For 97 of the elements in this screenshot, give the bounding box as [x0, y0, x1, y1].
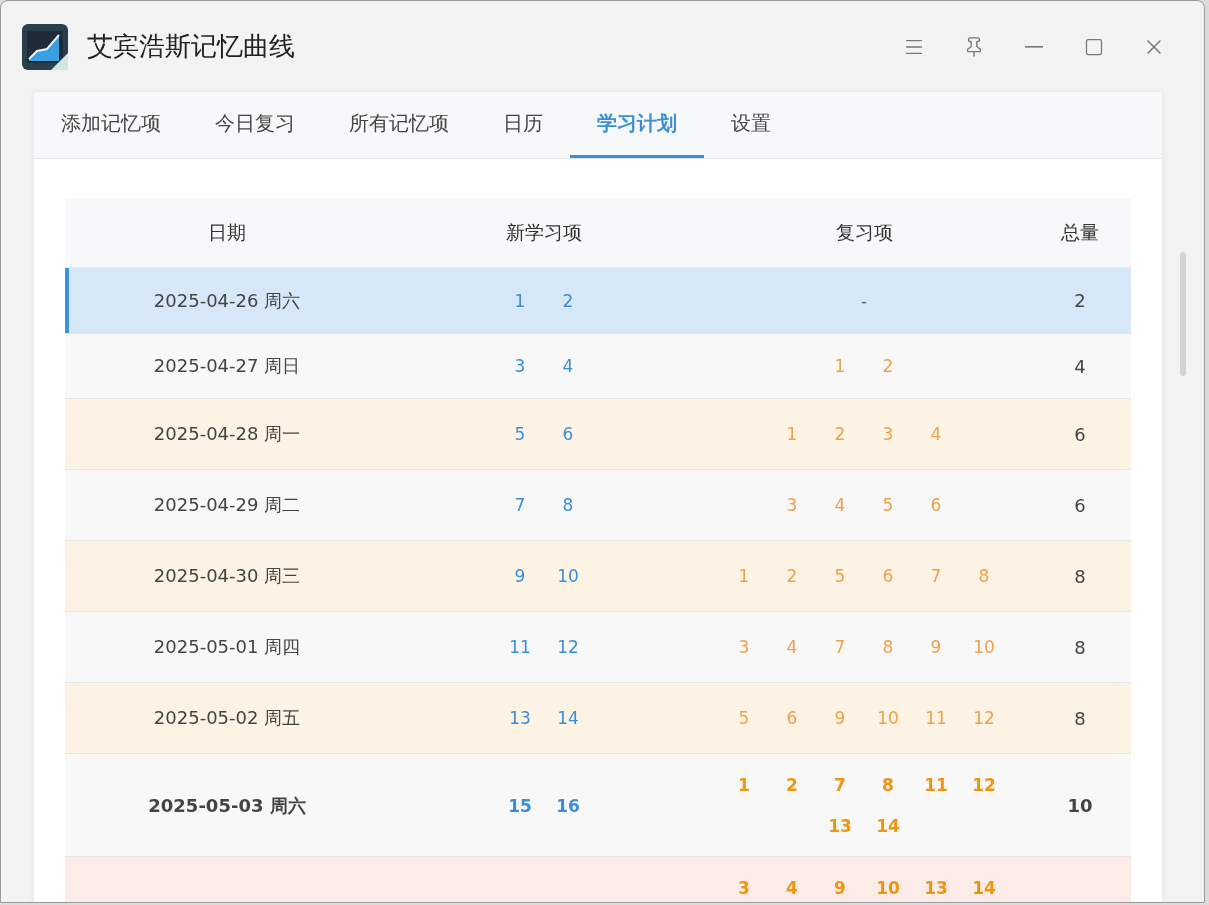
- table-row[interactable]: 2025-04-26 周六 1 2 - 2: [65, 268, 1132, 334]
- review-item-number: 2: [785, 565, 799, 588]
- column-header: 总量: [1060, 219, 1100, 245]
- total-cell-text: 6: [1073, 494, 1087, 516]
- review-item-number: 6: [881, 565, 895, 588]
- total-cell-text: 4: [1073, 355, 1087, 377]
- total-cell-text: 8: [1073, 565, 1087, 587]
- scrollbar-thumb[interactable]: [1180, 252, 1186, 376]
- table-row[interactable]: 2025-04-27 周日 3 4 1 2 4: [65, 334, 1132, 399]
- review-item-number: 2: [833, 423, 847, 446]
- date-cell-text: 2025-04-28 周一: [152, 422, 302, 446]
- table-row[interactable]: 2025-05-03 周六 15 16 1 2 7 8 11 12 13 14 10: [65, 754, 1132, 857]
- review-item-number: 3: [785, 494, 799, 517]
- table-row[interactable]: 2025-04-29 周二 7 8 3 4 5 6 6: [65, 470, 1132, 541]
- review-item-number: 4: [785, 636, 799, 659]
- new-item-number: 5: [513, 423, 527, 446]
- review-item-number: 14: [875, 815, 901, 838]
- review-item-number: 6: [929, 494, 943, 517]
- new-item-number: 1: [513, 289, 527, 313]
- new-item-number: 12: [556, 636, 580, 659]
- date-cell-text: 2025-04-29 周二: [152, 493, 302, 517]
- column-header: 新学习项: [505, 219, 583, 245]
- new-item-number: 10: [556, 565, 580, 588]
- review-item-number: 10: [972, 636, 996, 659]
- new-item-number: 4: [561, 355, 575, 378]
- window-title: 艾宾浩斯记忆曲线: [87, 30, 296, 63]
- date-cell-text: 2025-05-02 周五: [152, 706, 302, 730]
- new-item-number: 13: [508, 707, 532, 730]
- column-header: 日期: [207, 219, 247, 245]
- review-item-number: 5: [737, 707, 751, 730]
- tab[interactable]: 添加记忆项: [34, 92, 188, 158]
- review-item-number: 9: [833, 707, 847, 730]
- date-cell-text: 2025-04-30 周三: [152, 564, 302, 588]
- new-item-number: 16: [555, 794, 581, 818]
- table-row[interactable]: 2025-05-02 周五 13 14 5 6 9 10 11 12 8: [65, 683, 1132, 754]
- tab[interactable]: 今日复习: [188, 92, 322, 158]
- review-item-number: 3: [737, 636, 751, 659]
- review-item-number: 3: [881, 423, 895, 446]
- new-item-number: 11: [508, 636, 532, 659]
- new-item-number: 7: [513, 494, 527, 517]
- review-item-number: 5: [881, 494, 895, 517]
- review-item-number: 14: [971, 877, 997, 900]
- review-item-number: 2: [881, 355, 895, 378]
- total-cell-text: 10: [1066, 795, 1094, 816]
- review-item-number: 4: [785, 877, 799, 900]
- review-item-number: 8: [881, 774, 895, 797]
- tab[interactable]: 设置: [704, 92, 798, 158]
- new-item-number: 3: [513, 355, 527, 378]
- total-cell-text: 6: [1073, 423, 1087, 445]
- table-row[interactable]: 2025-04-28 周一 5 6 1 2 3 4 6: [65, 399, 1132, 470]
- date-cell-text: 2025-05-01 周四: [152, 635, 302, 659]
- new-item-number: 15: [507, 794, 533, 818]
- review-item-number: 7: [833, 774, 847, 797]
- review-item-number: 7: [833, 636, 847, 659]
- date-cell-text: 2025-04-26 周六: [152, 288, 302, 313]
- maximize-icon: [1084, 36, 1104, 57]
- review-item-number: 2: [785, 774, 799, 797]
- chart-app-icon: [21, 22, 69, 71]
- tab[interactable]: 所有记忆项: [322, 92, 476, 158]
- review-item-number: 1: [785, 423, 799, 446]
- review-item-number: 1: [737, 774, 751, 797]
- review-item-number: 10: [875, 877, 901, 900]
- new-item-number: 8: [561, 494, 575, 517]
- tab[interactable]: 日历: [476, 92, 570, 158]
- review-item-number: 11: [923, 774, 949, 797]
- review-item-number: 5: [833, 565, 847, 588]
- review-item-number: 1: [833, 355, 847, 378]
- review-item-number: 6: [785, 707, 799, 730]
- review-item-number: 4: [929, 423, 943, 446]
- empty-review-dash: -: [860, 290, 868, 311]
- minimize-icon: [1025, 45, 1043, 48]
- date-cell-text: 2025-05-03 周六: [147, 793, 307, 818]
- new-item-number: 14: [556, 707, 580, 730]
- review-item-number: 12: [971, 774, 997, 797]
- review-item-number: 13: [923, 877, 949, 900]
- table-row[interactable]: 2025-05-01 周四 11 12 3 4 7 8 9 10 8: [65, 612, 1132, 683]
- total-cell-text: 2: [1073, 290, 1087, 311]
- total-cell-text: 8: [1073, 707, 1087, 729]
- new-item-number: 6: [561, 423, 575, 446]
- table-row[interactable]: 2025-04-30 周三 9 10 1 2 5 6 7 8 8: [65, 541, 1132, 612]
- review-item-number: 9: [929, 636, 943, 659]
- review-item-number: 10: [876, 707, 900, 730]
- review-item-number: 1: [737, 565, 751, 588]
- total-cell-text: 8: [1073, 636, 1087, 658]
- review-item-number: 9: [833, 877, 847, 900]
- review-item-number: 4: [833, 494, 847, 517]
- review-item-number: 8: [881, 636, 895, 659]
- review-item-number: 8: [977, 565, 991, 588]
- review-item-number: 12: [972, 707, 996, 730]
- column-header: 复习项: [834, 219, 894, 245]
- date-cell-text: 2025-04-27 周日: [152, 354, 302, 378]
- new-item-number: 9: [513, 565, 527, 588]
- review-item-number: 13: [827, 815, 853, 838]
- review-item-number: 3: [737, 877, 751, 900]
- new-item-number: 2: [561, 289, 575, 313]
- review-item-number: 11: [924, 707, 948, 730]
- review-item-number: 7: [929, 565, 943, 588]
